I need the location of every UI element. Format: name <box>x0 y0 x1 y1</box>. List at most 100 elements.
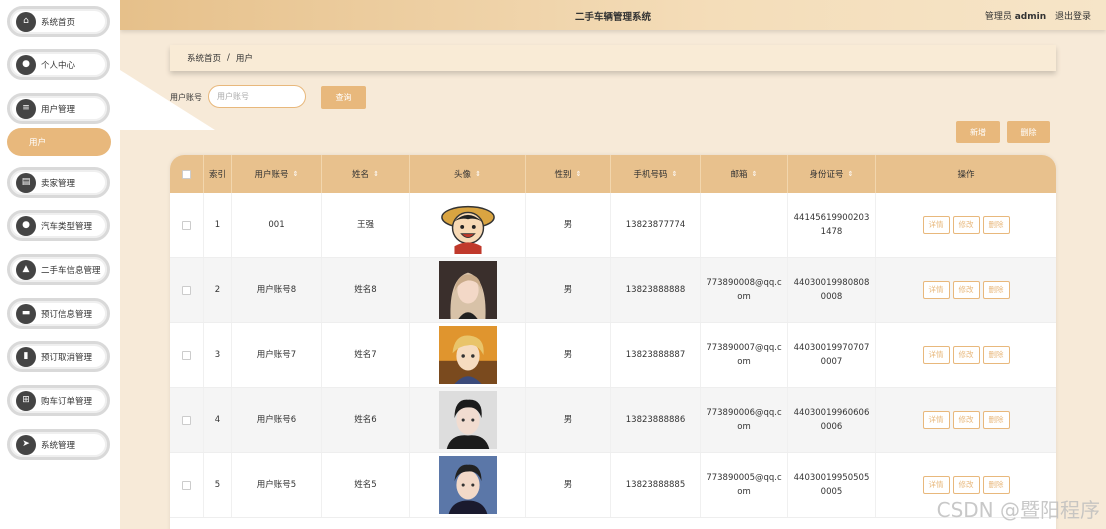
column-header-2[interactable]: 用户账号 ⇕ <box>232 155 322 193</box>
column-header-7[interactable]: 邮箱 ⇕ <box>701 155 788 193</box>
row-checkbox[interactable] <box>182 415 191 425</box>
row-checkbox[interactable] <box>182 480 191 490</box>
column-header-1: 索引 <box>204 155 232 193</box>
sidebar-item-label: 用户管理 <box>41 104 76 115</box>
sort-icon[interactable]: ⇕ <box>373 170 379 178</box>
cell-index: 4 <box>204 388 232 452</box>
select-all-checkbox[interactable] <box>182 169 191 179</box>
row-delete-button[interactable]: 删除 <box>982 215 1010 235</box>
column-header-8[interactable]: 身份证号 ⇕ <box>788 155 876 193</box>
search-input[interactable] <box>208 85 306 108</box>
row-delete-button[interactable]: 删除 <box>982 410 1010 430</box>
column-header-6[interactable]: 手机号码 ⇕ <box>611 155 701 193</box>
cell-gender: 男 <box>526 388 611 452</box>
sidebar-item-5[interactable]: ● 汽车类型管理 <box>7 210 110 241</box>
breadcrumb-current: 用户 <box>235 54 253 64</box>
cell-name: 王强 <box>322 193 410 257</box>
sidebar-item-label: 系统首页 <box>41 17 76 28</box>
detail-button[interactable]: 详情 <box>922 280 950 300</box>
edit-button[interactable]: 修改 <box>952 475 980 495</box>
cell-id-card: 440300199707070007 <box>788 323 876 387</box>
table-row: 5 用户账号5 姓名5 男 13823888885 773890005@qq.com 440… <box>170 453 1056 518</box>
detail-button[interactable]: 详情 <box>922 475 950 495</box>
sidebar-item-label: 购车订单管理 <box>41 396 93 407</box>
sort-icon[interactable]: ⇕ <box>848 170 854 178</box>
user-role: 管理员 <box>984 12 1012 22</box>
row-checkbox[interactable] <box>182 350 191 360</box>
row-checkbox[interactable] <box>182 285 191 295</box>
search-button[interactable]: 查询 <box>321 86 366 109</box>
column-header-4[interactable]: 头像 ⇕ <box>410 155 526 193</box>
cell-index: 1 <box>204 193 232 257</box>
cell-avatar <box>410 258 526 322</box>
table-header: 索引 用户账号 ⇕ 姓名 ⇕ 头像 ⇕ 性别 ⇕ 手机号码 ⇕ 邮箱 ⇕ 身份证号 ⇕ 操作 <box>170 155 1056 193</box>
cell-account: 用户账号7 <box>232 323 322 387</box>
add-button[interactable]: 新增 <box>956 121 1000 143</box>
breadcrumb-home[interactable]: 系统首页 <box>187 52 221 64</box>
sidebar-item-3[interactable]: ≡ 用户管理 <box>7 93 110 124</box>
edit-button[interactable]: 修改 <box>952 345 980 365</box>
sidebar-item-8[interactable]: ▮ 预订取消管理 <box>7 341 110 372</box>
top-bar: 二手车辆管理系统 管理员 admin 退出登录 <box>120 0 1106 30</box>
sort-icon[interactable]: ⇕ <box>293 170 299 178</box>
column-header-label: 头像 <box>454 170 472 180</box>
cell-gender: 男 <box>526 258 611 322</box>
sidebar-item-6[interactable]: ▲ 二手车信息管理 <box>7 254 110 285</box>
cell-phone: 13823888888 <box>611 258 701 322</box>
sidebar-item-label: 预订取消管理 <box>41 352 93 363</box>
list-icon: ≡ <box>16 98 36 119</box>
app-title: 二手车辆管理系统 <box>574 12 651 23</box>
row-delete-button[interactable]: 删除 <box>982 475 1010 495</box>
edit-button[interactable]: 修改 <box>952 280 980 300</box>
detail-button[interactable]: 详情 <box>922 215 950 235</box>
sidebar-item-10[interactable]: ➤ 系统管理 <box>7 429 110 460</box>
briefcase-icon: ▤ <box>16 172 36 193</box>
column-header-label: 姓名 <box>352 170 370 180</box>
avatar-image <box>438 456 497 514</box>
delete-button[interactable]: 删除 <box>1007 121 1050 143</box>
sidebar-subitem-user[interactable]: 用户 <box>7 128 111 156</box>
cell-email: 773890007@qq.com <box>701 323 788 387</box>
cell-id-card: 440300199808080008 <box>788 258 876 322</box>
cell-avatar <box>410 193 526 257</box>
sort-icon[interactable]: ⇕ <box>475 170 481 178</box>
sidebar-item-label: 二手车信息管理 <box>41 265 101 276</box>
sidebar-item-2[interactable]: ● 个人中心 <box>7 49 110 80</box>
table-row: 4 用户账号6 姓名6 男 13823888886 773890006@qq.com 440… <box>170 388 1056 453</box>
user-table: 索引 用户账号 ⇕ 姓名 ⇕ 头像 ⇕ 性别 ⇕ 手机号码 ⇕ 邮箱 ⇕ 身份证号 ⇕ 操作 1 001 王强男 1… <box>170 155 1056 529</box>
column-header-3[interactable]: 姓名 ⇕ <box>322 155 410 193</box>
send-icon: ➤ <box>16 434 36 455</box>
sidebar-item-label: 卖家管理 <box>41 178 76 189</box>
sidebar-item-4[interactable]: ▤ 卖家管理 <box>7 167 110 198</box>
avatar-image <box>438 261 497 319</box>
sidebar-item-7[interactable]: ▬ 预订信息管理 <box>7 298 110 329</box>
cell-id-card: 440300199606060006 <box>788 388 876 452</box>
column-header-label: 操作 <box>957 170 975 180</box>
cell-phone: 13823888886 <box>611 388 701 452</box>
cell-name: 姓名6 <box>322 388 410 452</box>
row-checkbox[interactable] <box>182 220 191 230</box>
sort-icon[interactable]: ⇕ <box>576 170 582 178</box>
cell-phone: 13823888887 <box>611 323 701 387</box>
edit-button[interactable]: 修改 <box>952 215 980 235</box>
column-header-5[interactable]: 性别 ⇕ <box>526 155 611 193</box>
logout-link[interactable]: 退出登录 <box>1055 12 1091 22</box>
sidebar-item-1[interactable]: ⌂ 系统首页 <box>7 6 110 37</box>
detail-button[interactable]: 详情 <box>922 345 950 365</box>
breadcrumb: 系统首页 / 用户 <box>170 45 1056 71</box>
row-delete-button[interactable]: 删除 <box>982 280 1010 300</box>
cell-operations: 详情 修改 删除 <box>876 258 1056 322</box>
message-icon: ▬ <box>16 303 36 324</box>
cell-index: 5 <box>204 453 232 517</box>
edit-button[interactable]: 修改 <box>952 410 980 430</box>
cell-account: 用户账号6 <box>232 388 322 452</box>
sort-icon[interactable]: ⇕ <box>672 170 678 178</box>
sort-icon[interactable]: ⇕ <box>752 170 758 178</box>
sidebar-item-9[interactable]: ⊞ 购车订单管理 <box>7 385 110 416</box>
avatar-image <box>438 326 497 384</box>
cell-operations: 详情 修改 删除 <box>876 388 1056 452</box>
row-delete-button[interactable]: 删除 <box>982 345 1010 365</box>
cell-name: 姓名8 <box>322 258 410 322</box>
detail-button[interactable]: 详情 <box>922 410 950 430</box>
person-icon: ● <box>16 54 36 75</box>
